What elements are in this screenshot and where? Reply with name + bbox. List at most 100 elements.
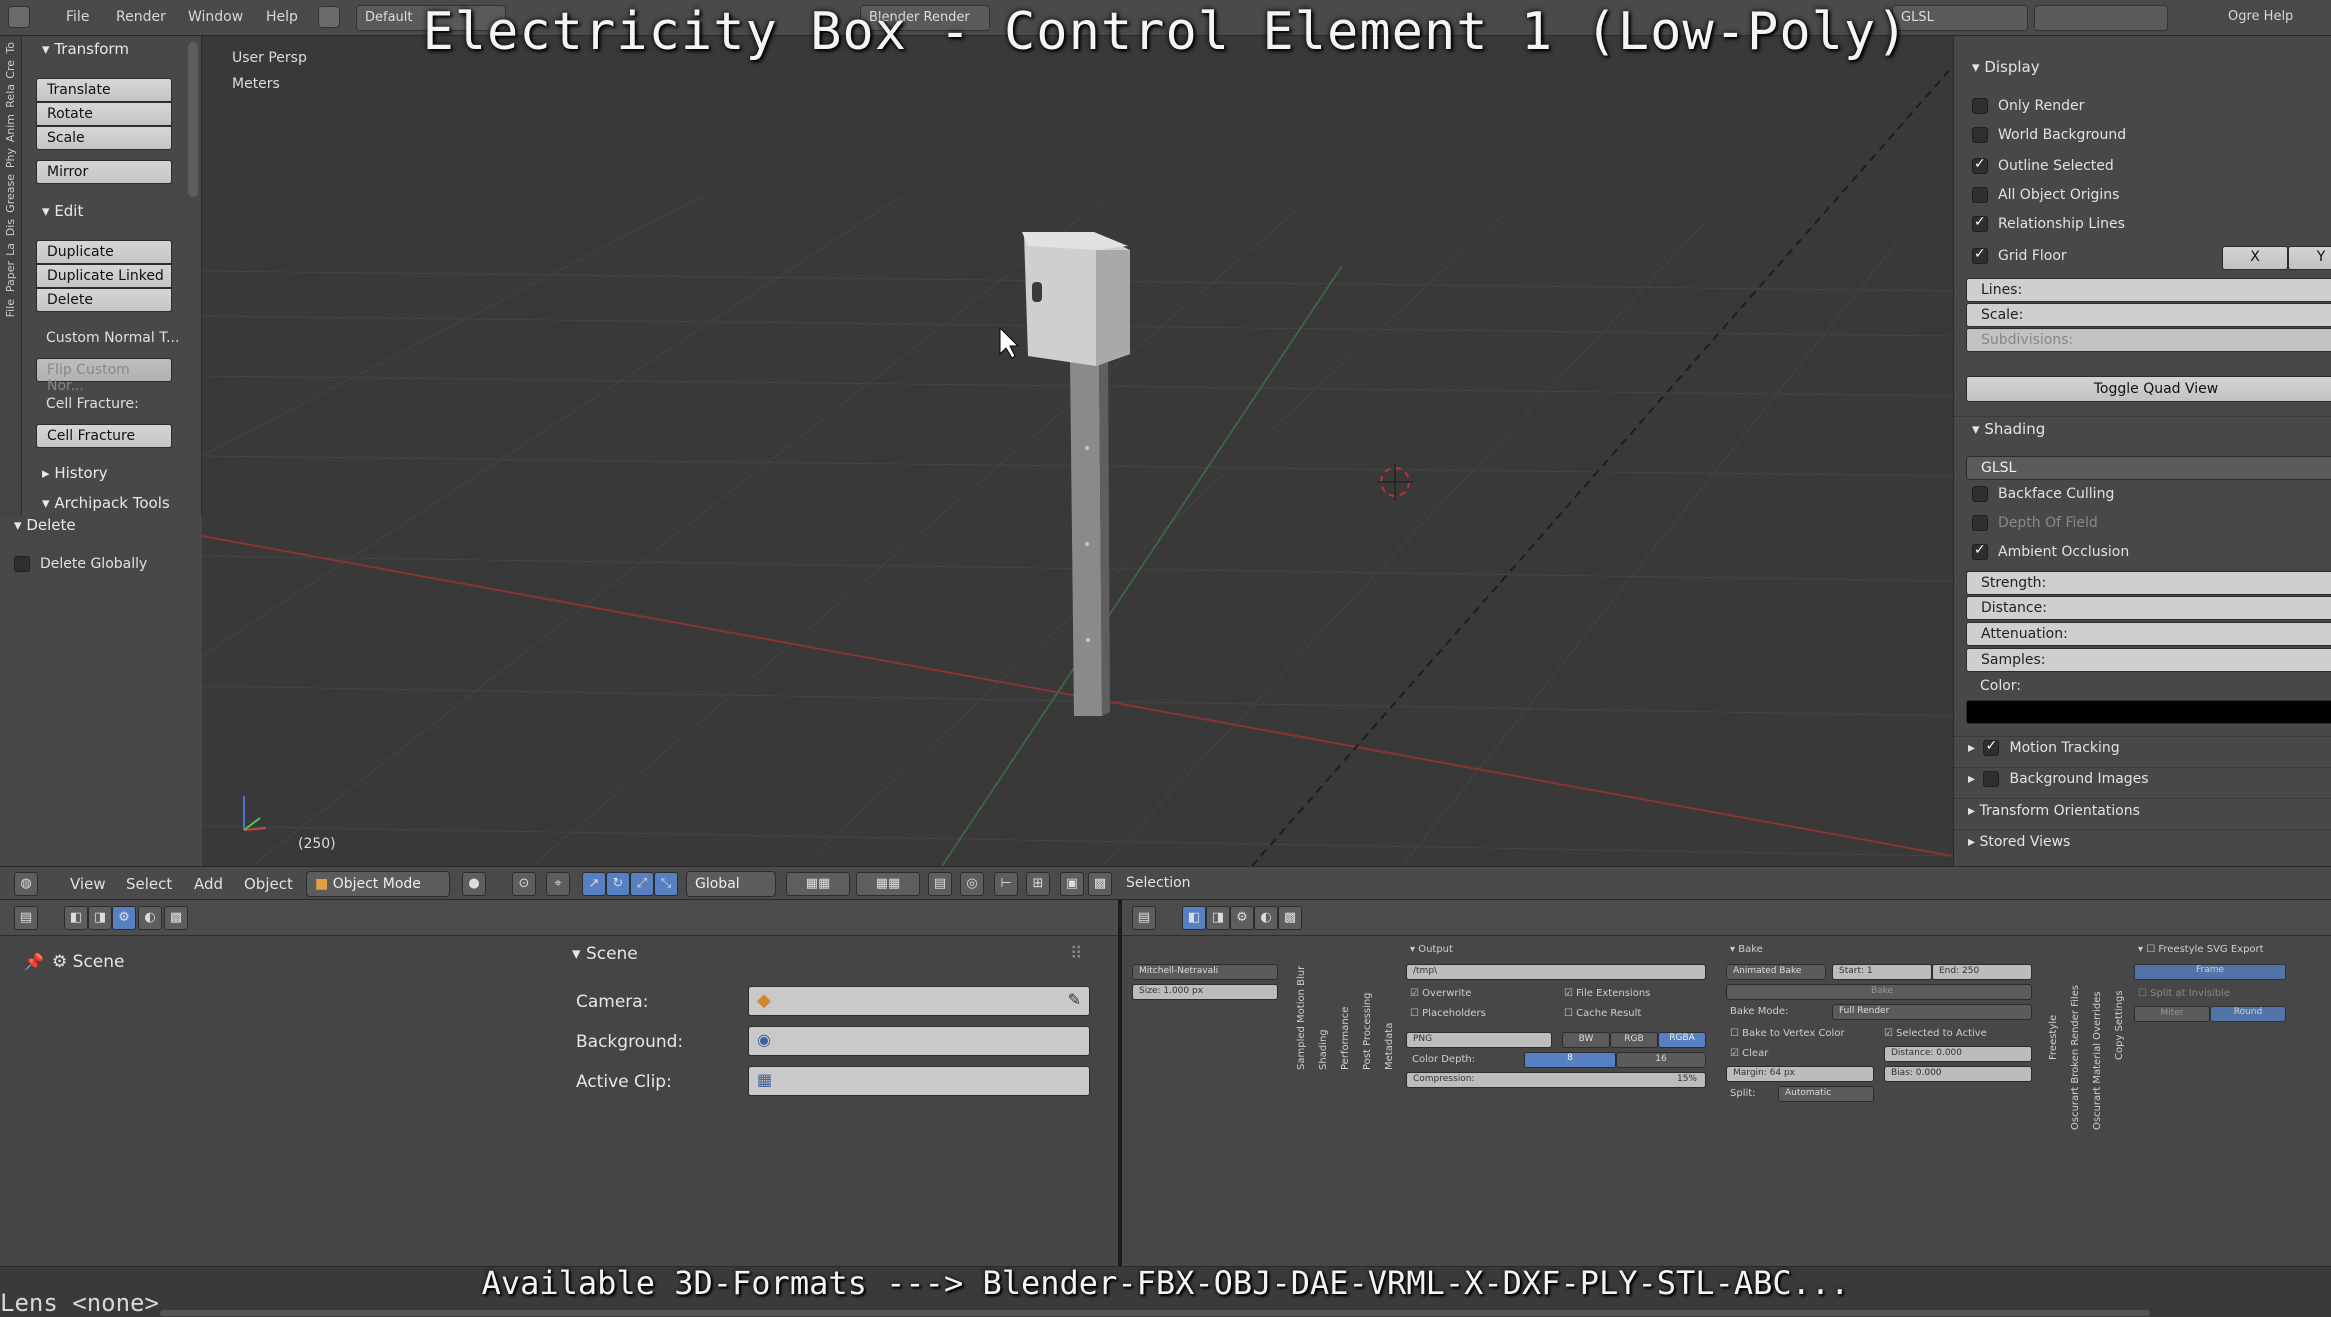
pin-icon[interactable]: 📌 bbox=[24, 952, 44, 971]
delete-operator-header[interactable]: ▾ Delete bbox=[14, 516, 76, 534]
bake-margin-field[interactable]: Margin: 64 px bbox=[1726, 1066, 1874, 1082]
split-select[interactable]: Automatic bbox=[1778, 1086, 1874, 1102]
output-path-field[interactable]: /tmp\ bbox=[1406, 964, 1706, 980]
tab-display[interactable]: Dis bbox=[4, 219, 17, 236]
all-object-origins-checkbox[interactable]: All Object Origins bbox=[1972, 187, 2119, 207]
viewport-shading-icon[interactable]: ● bbox=[462, 872, 486, 896]
editor-type-icon[interactable]: ▤ bbox=[14, 906, 38, 930]
render-layers-tab-icon[interactable]: ◨ bbox=[1206, 906, 1230, 930]
delete-globally-checkbox[interactable]: Delete Globally bbox=[14, 556, 147, 576]
only-render-checkbox[interactable]: Only Render bbox=[1972, 98, 2084, 118]
archipack-panel-header[interactable]: ▾ Archipack Tools bbox=[42, 494, 170, 512]
history-panel-header[interactable]: ▸ History bbox=[42, 464, 108, 482]
render-tab-icon[interactable]: ◧ bbox=[64, 906, 88, 930]
color-rgba-toggle[interactable]: RGBA bbox=[1658, 1032, 1706, 1048]
backface-culling-checkbox[interactable]: Backface Culling bbox=[1972, 486, 2114, 506]
toggle-quad-view-button[interactable]: Toggle Quad View bbox=[1966, 376, 2331, 402]
grid-floor-checkbox[interactable]: Grid Floor bbox=[1972, 246, 2067, 268]
tab-relations[interactable]: Rela bbox=[4, 84, 17, 108]
editor-type-icon[interactable]: ◍ bbox=[14, 872, 38, 896]
background-field[interactable]: ◉ bbox=[748, 1026, 1090, 1056]
object-menu[interactable]: Object bbox=[244, 875, 293, 893]
tab-paper[interactable]: Paper bbox=[4, 261, 17, 292]
bake-panel-header[interactable]: ▾ Bake bbox=[1730, 944, 1763, 955]
axis-y-toggle[interactable]: Y bbox=[2288, 246, 2331, 270]
grid-scale-field[interactable]: Scale: bbox=[1966, 303, 2331, 327]
tab-file[interactable]: File bbox=[4, 299, 17, 317]
color-depth-16-toggle[interactable]: 16 bbox=[1616, 1052, 1706, 1068]
scene-tab-icon[interactable]: ⚙ bbox=[112, 906, 136, 930]
sampled-motion-blur-tab[interactable]: Sampled Motion Blur bbox=[1296, 950, 1307, 1070]
color-rgb-toggle[interactable]: RGB bbox=[1610, 1032, 1658, 1048]
depth-of-field-checkbox[interactable]: Depth Of Field bbox=[1972, 515, 2098, 535]
shading-mode-select[interactable]: GLSL bbox=[1966, 456, 2331, 480]
toolshelf-scrollbar[interactable] bbox=[188, 42, 198, 197]
shading-panel-header[interactable]: ▾ Shading bbox=[1972, 416, 2045, 438]
world-tab-icon[interactable]: ◐ bbox=[138, 906, 162, 930]
eyedropper-icon[interactable]: ✎ bbox=[1068, 990, 1081, 1009]
performance-tab[interactable]: Performance bbox=[1340, 950, 1351, 1070]
proportional-edit-icon[interactable]: ◎ bbox=[960, 872, 984, 896]
opengl-anim-icon[interactable]: ▩ bbox=[1088, 872, 1112, 896]
clear-checkbox[interactable]: ☑ Clear bbox=[1730, 1048, 1768, 1059]
selected-to-active-checkbox[interactable]: ☑ Selected to Active bbox=[1884, 1028, 1987, 1039]
bake-button[interactable]: Bake bbox=[1726, 984, 2032, 1000]
tab-grease-pencil[interactable]: Grease bbox=[4, 174, 17, 213]
layers-grid-2[interactable]: ▦▦ bbox=[856, 872, 920, 896]
mode-select[interactable]: ■ Object Mode bbox=[306, 871, 450, 897]
scale-manipulator-alt-icon[interactable]: ⤡ bbox=[654, 872, 678, 896]
axis-x-toggle[interactable]: X bbox=[2222, 246, 2288, 270]
electricity-box-model[interactable] bbox=[1022, 232, 1130, 716]
shading-tab[interactable]: Shading bbox=[1318, 950, 1329, 1070]
scale-button[interactable]: Scale bbox=[36, 126, 172, 150]
scene-tab-icon[interactable]: ⚙ bbox=[1230, 906, 1254, 930]
texture-tab-icon[interactable]: ▩ bbox=[164, 906, 188, 930]
add-menu[interactable]: Add bbox=[194, 875, 223, 893]
bake-to-vertex-color-checkbox[interactable]: ☐ Bake to Vertex Color bbox=[1730, 1028, 1845, 1039]
animated-bake-toggle[interactable]: Animated Bake bbox=[1726, 964, 1826, 980]
color-bw-toggle[interactable]: BW bbox=[1562, 1032, 1610, 1048]
snap-toggle-icon[interactable]: ⊢ bbox=[994, 872, 1018, 896]
placeholders-checkbox[interactable]: ☐ Placeholders bbox=[1410, 1008, 1486, 1019]
active-clip-field[interactable]: ▦ bbox=[748, 1066, 1090, 1096]
texture-tab-icon[interactable]: ▩ bbox=[1278, 906, 1302, 930]
panel-drag-handle-icon[interactable]: ⠿ bbox=[1070, 944, 1082, 964]
editor-type-icon[interactable]: ▤ bbox=[1132, 906, 1156, 930]
edit-panel-header[interactable]: ▾ Edit bbox=[42, 202, 83, 220]
snap-element-icon[interactable]: ⊞ bbox=[1026, 872, 1050, 896]
bake-start-field[interactable]: Start: 1 bbox=[1832, 964, 1932, 980]
copy-settings-tab[interactable]: Copy Settings bbox=[2114, 950, 2125, 1060]
oscurart-material-overrides-tab[interactable]: Oscurart Material Overrides bbox=[2092, 950, 2103, 1130]
motion-tracking-panel[interactable]: ▸ Motion Tracking bbox=[1968, 738, 2120, 760]
file-format-select[interactable]: PNG bbox=[1406, 1032, 1552, 1048]
bake-mode-select[interactable]: Full Render bbox=[1832, 1004, 2032, 1020]
ao-attenuation-field[interactable]: Attenuation: bbox=[1966, 622, 2331, 646]
file-extensions-checkbox[interactable]: ☑ File Extensions bbox=[1564, 988, 1650, 999]
world-background-checkbox[interactable]: World Background bbox=[1972, 127, 2126, 147]
output-panel-header[interactable]: ▾ Output bbox=[1410, 944, 1453, 955]
ao-distance-field[interactable]: Distance: bbox=[1966, 596, 2331, 620]
transform-orientations-panel[interactable]: ▸ Transform Orientations bbox=[1968, 803, 2140, 819]
layers-grid-1[interactable]: ▦▦ bbox=[786, 872, 850, 896]
ao-samples-field[interactable]: Samples: bbox=[1966, 648, 2331, 672]
stored-views-panel[interactable]: ▸ Stored Views bbox=[1968, 834, 2070, 850]
orientation-select[interactable]: Global bbox=[686, 871, 776, 897]
camera-field[interactable]: ◆ ✎ bbox=[748, 986, 1090, 1016]
scale-manipulator-icon[interactable]: ⤢ bbox=[630, 872, 654, 896]
render-tab-icon[interactable]: ◧ bbox=[1182, 906, 1206, 930]
rotate-manipulator-icon[interactable]: ↻ bbox=[606, 872, 630, 896]
duplicate-linked-button[interactable]: Duplicate Linked bbox=[36, 264, 172, 288]
opengl-render-icon[interactable]: ▣ bbox=[1060, 872, 1084, 896]
custom-normal-button[interactable]: Custom Normal T... bbox=[46, 330, 179, 346]
relationship-lines-checkbox[interactable]: Relationship Lines bbox=[1972, 214, 2125, 236]
overwrite-checkbox[interactable]: ☑ Overwrite bbox=[1410, 988, 1471, 999]
ambient-occlusion-checkbox[interactable]: Ambient Occlusion bbox=[1972, 542, 2129, 564]
mirror-button[interactable]: Mirror bbox=[36, 160, 172, 184]
delete-button[interactable]: Delete bbox=[36, 288, 172, 312]
duplicate-button[interactable]: Duplicate bbox=[36, 240, 172, 264]
rotate-button[interactable]: Rotate bbox=[36, 102, 172, 126]
scene-panel-header[interactable]: ▾ Scene bbox=[572, 944, 638, 964]
filter-type-select[interactable]: Mitchell-Netravali bbox=[1132, 964, 1278, 980]
ao-strength-field[interactable]: Strength: bbox=[1966, 571, 2331, 595]
cache-result-checkbox[interactable]: ☐ Cache Result bbox=[1564, 1008, 1641, 1019]
